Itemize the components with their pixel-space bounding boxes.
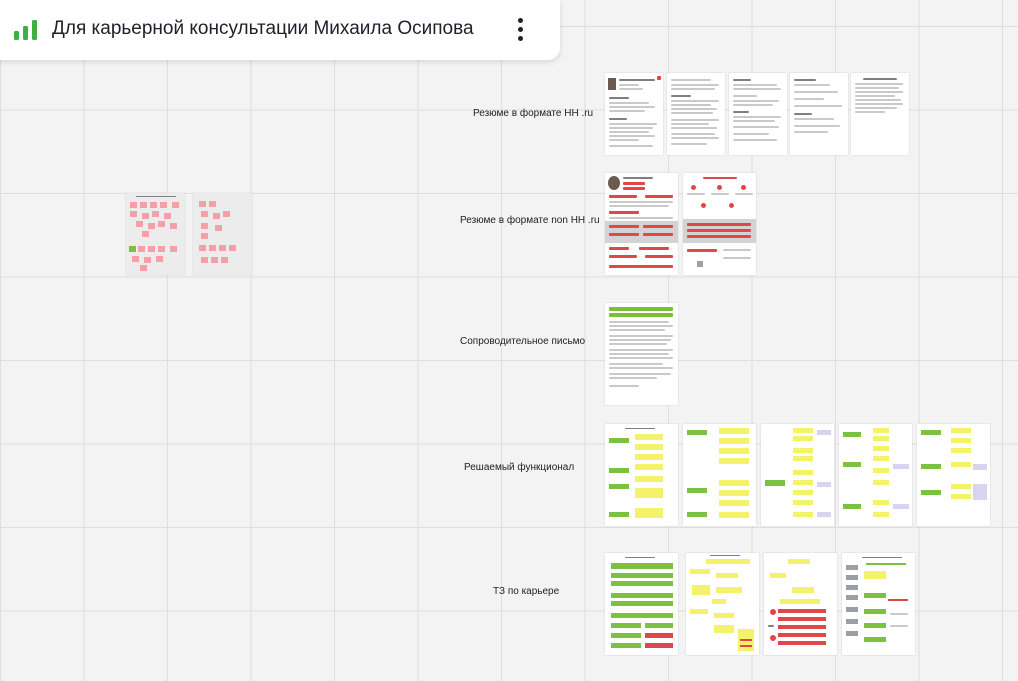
functional-map[interactable] — [917, 424, 990, 526]
sticky-frame-2[interactable] — [193, 193, 252, 275]
cover-letter-page[interactable] — [605, 303, 678, 405]
career-tz-map[interactable] — [605, 553, 678, 655]
hh-resume-page[interactable] — [667, 73, 725, 155]
more-vertical-icon[interactable] — [507, 14, 533, 46]
nonhh-resume-page[interactable] — [605, 173, 678, 275]
functional-map[interactable] — [605, 424, 678, 526]
board-header: Для карьерной консультации Михаила Осипо… — [0, 0, 560, 60]
section-label-cover: Сопроводительное письмо — [460, 336, 586, 347]
functional-map[interactable] — [761, 424, 834, 526]
board-title[interactable]: Для карьерной консультации Михаила Осипо… — [52, 18, 474, 40]
functional-map[interactable] — [683, 424, 756, 526]
nonhh-resume-page[interactable] — [683, 173, 756, 275]
sticky-frame-1[interactable] — [126, 193, 185, 275]
career-tz-map[interactable] — [842, 553, 915, 655]
career-tz-map[interactable] — [764, 553, 837, 655]
section-label-tz: ТЗ по карьере — [493, 586, 560, 597]
functional-map[interactable] — [839, 424, 912, 526]
hh-resume-page[interactable] — [729, 73, 787, 155]
hh-resume-page[interactable] — [851, 73, 909, 155]
section-label-hh: Резюме в формате НН .ru — [473, 108, 594, 119]
section-label-func: Решаемый функционал — [464, 462, 575, 473]
hh-resume-page[interactable] — [605, 73, 663, 155]
section-label-nonhh: Резюме в формате non НН .ru — [460, 215, 600, 226]
hh-resume-page[interactable] — [790, 73, 848, 155]
career-tz-map[interactable] — [686, 553, 759, 655]
board-bar-chart-icon[interactable] — [14, 20, 38, 40]
